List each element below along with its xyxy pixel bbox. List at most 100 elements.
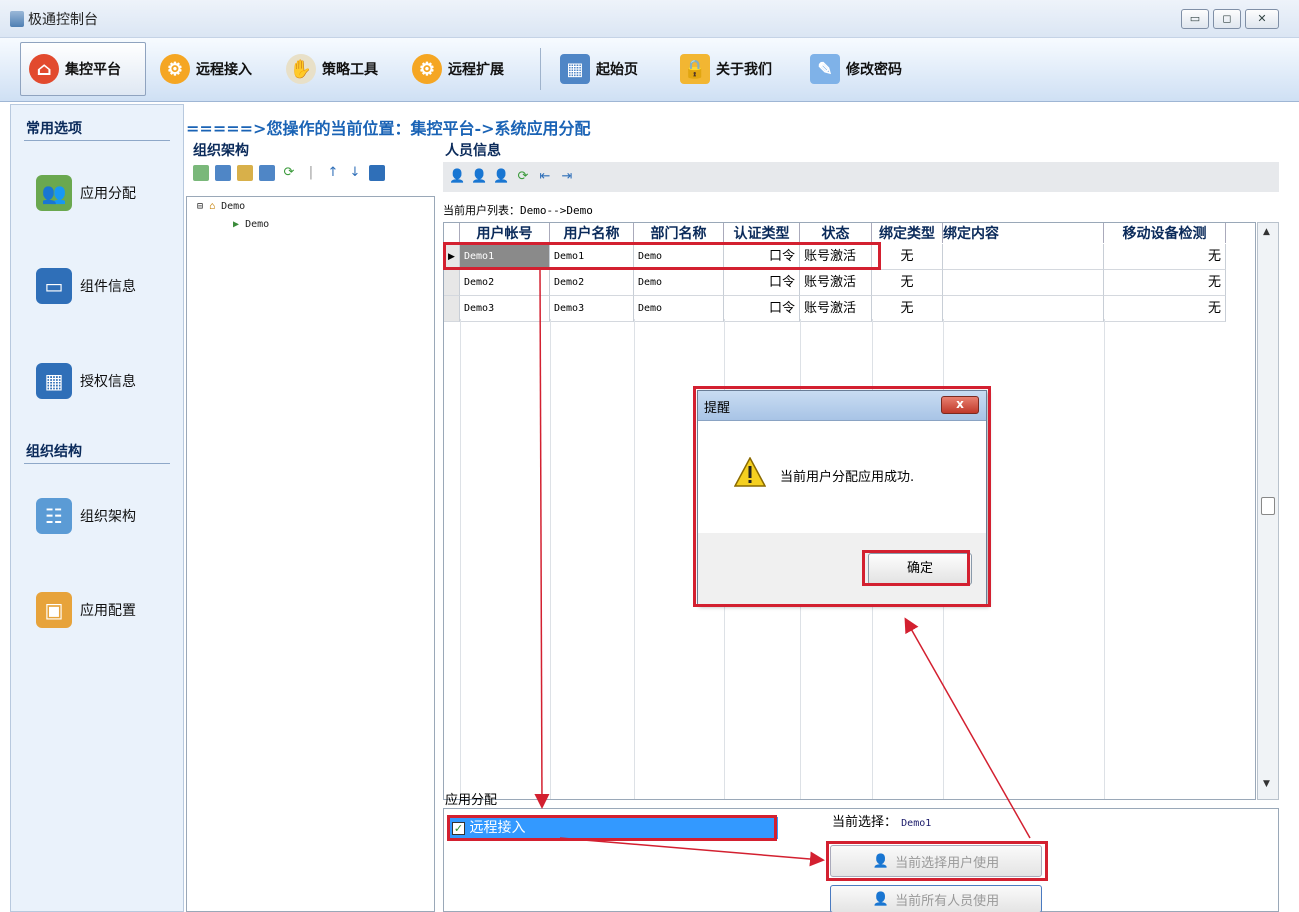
- table-cell[interactable]: 口令: [724, 296, 800, 322]
- move-icon[interactable]: [215, 165, 231, 181]
- table-cell[interactable]: [943, 270, 1104, 296]
- save-icon[interactable]: [369, 165, 385, 181]
- scroll-thumb[interactable]: [1261, 497, 1275, 515]
- toolbar-start-page-button[interactable]: ▦ 起始页: [552, 42, 666, 96]
- collapse-icon[interactable]: ⊟: [197, 201, 203, 212]
- remove-user-icon[interactable]: 👤: [493, 169, 509, 185]
- org-toolbar: ⟳ | ↑ ↓: [193, 165, 385, 181]
- down-arrow-icon[interactable]: ↓: [347, 165, 363, 181]
- toolbar-remote-extend-button[interactable]: ⚙ 远程扩展: [404, 42, 528, 96]
- toolbar-policy-tools-button[interactable]: ✋ 策略工具: [278, 42, 402, 96]
- sidebar-item-app-config[interactable]: ▣ 应用配置: [36, 592, 136, 628]
- toolbar-about-button[interactable]: 🔒 关于我们: [672, 42, 800, 96]
- sidebar-item-license-info[interactable]: ▦ 授权信息: [36, 363, 136, 399]
- edit-icon: ✎: [810, 54, 840, 84]
- scroll-up-icon[interactable]: ▲: [1263, 227, 1270, 237]
- highlight-app-box: [447, 815, 777, 841]
- export-icon[interactable]: ⇥: [559, 169, 575, 185]
- table-cell[interactable]: 无: [1104, 270, 1226, 296]
- toolbar-jikong-button[interactable]: ⌂ 集控平台: [20, 42, 146, 96]
- package-icon: ▣: [36, 592, 72, 628]
- grid-line: [460, 319, 461, 799]
- sidebar-item-org-structure[interactable]: ☷ 组织架构: [36, 498, 136, 534]
- org-panel-title: 组织架构: [193, 143, 249, 159]
- current-selection-label: 当前选择：: [832, 815, 898, 830]
- toolbar-remote-access-button[interactable]: ⚙ 远程接入: [152, 42, 276, 96]
- users-icon: 👥: [36, 175, 72, 211]
- gear-icon: ⚙: [160, 54, 190, 84]
- import-icon[interactable]: ⇤: [537, 169, 553, 185]
- maximize-button[interactable]: ◻: [1213, 9, 1241, 29]
- row-header[interactable]: [444, 270, 460, 296]
- table-cell[interactable]: 无: [872, 296, 943, 322]
- sidebar-item-label: 应用分配: [80, 186, 136, 202]
- user-icon: 👤: [872, 891, 890, 907]
- divider: [24, 140, 170, 141]
- grid-scrollbar[interactable]: ▲ ▼: [1257, 222, 1279, 800]
- table-cell[interactable]: 账号激活: [800, 270, 872, 296]
- row-header[interactable]: [444, 296, 460, 322]
- table-cell[interactable]: Demo2: [460, 270, 550, 296]
- user-list-path: 当前用户列表：Demo-->Demo: [443, 204, 593, 217]
- table-cell[interactable]: 无: [1104, 244, 1226, 270]
- up-arrow-icon[interactable]: ↑: [325, 165, 341, 181]
- table-cell[interactable]: 无: [872, 244, 943, 270]
- toolbar-label: 关于我们: [716, 62, 772, 78]
- table-cell[interactable]: Demo: [634, 270, 724, 296]
- column-header[interactable]: 状态: [800, 223, 872, 243]
- table-cell[interactable]: Demo: [634, 296, 724, 322]
- table-cell[interactable]: 无: [1104, 296, 1226, 322]
- house-icon: ⌂: [29, 54, 59, 84]
- column-header[interactable]: 部门名称: [634, 223, 724, 243]
- people-toolbar: 👤 👤 👤 ⟳ ⇤ ⇥: [443, 162, 1279, 192]
- toolbar-label: 远程扩展: [448, 62, 504, 78]
- table-cell[interactable]: 口令: [724, 270, 800, 296]
- table-cell[interactable]: Demo3: [460, 296, 550, 322]
- close-button[interactable]: ✕: [1245, 9, 1279, 29]
- grid-line: [634, 319, 635, 799]
- column-header[interactable]: 用户帐号: [460, 223, 550, 243]
- tree-node-child[interactable]: ▶ Demo: [233, 219, 269, 230]
- column-header[interactable]: 绑定内容: [943, 223, 1104, 243]
- table-cell[interactable]: [943, 296, 1104, 322]
- grid-line: [550, 319, 551, 799]
- scroll-down-icon[interactable]: ▼: [1263, 779, 1270, 789]
- folder-icon: ▭: [36, 268, 72, 304]
- table-cell[interactable]: [943, 244, 1104, 270]
- delete-icon[interactable]: [259, 165, 275, 181]
- sidebar-item-label: 组织架构: [80, 509, 136, 525]
- refresh-icon[interactable]: ⟳: [515, 169, 531, 185]
- sidebar-section-common: 常用选项: [26, 121, 82, 137]
- table-cell[interactable]: 账号激活: [800, 296, 872, 322]
- window-title: 极通控制台: [28, 12, 98, 28]
- toolbar-change-password-button[interactable]: ✎ 修改密码: [802, 42, 932, 96]
- table-cell[interactable]: 无: [872, 270, 943, 296]
- tool-icon: ✋: [286, 54, 316, 84]
- column-header[interactable]: 绑定类型: [872, 223, 943, 243]
- org-chart-icon: ☷: [36, 498, 72, 534]
- edit-user-icon[interactable]: 👤: [471, 169, 487, 185]
- breadcrumb: =====>您操作的当前位置：集控平台->系统应用分配: [186, 119, 591, 138]
- assign-all-users-button[interactable]: 👤 当前所有人员使用: [830, 885, 1042, 912]
- title-bar: 极通控制台 ▭ ◻ ✕: [0, 0, 1299, 38]
- sidebar-item-label: 组件信息: [80, 279, 136, 295]
- toolbar-label: 策略工具: [322, 62, 378, 78]
- column-header[interactable]: 认证类型: [724, 223, 800, 243]
- table-cell[interactable]: Demo3: [550, 296, 634, 322]
- tree-node-root[interactable]: ⊟ ⌂ Demo: [197, 201, 245, 212]
- main-toolbar: ⌂ 集控平台 ⚙ 远程接入 ✋ 策略工具 ⚙ 远程扩展 ▦ 起始页 🔒 关于我们…: [0, 38, 1299, 102]
- app-assign-title: 应用分配: [445, 793, 498, 808]
- refresh-icon[interactable]: ⟳: [281, 165, 297, 181]
- column-header[interactable]: 用户名称: [550, 223, 634, 243]
- sidebar-item-component-info[interactable]: ▭ 组件信息: [36, 268, 136, 304]
- sidebar-item-app-assign[interactable]: 👥 应用分配: [36, 175, 136, 211]
- minimize-button[interactable]: ▭: [1181, 9, 1209, 29]
- edit-icon[interactable]: [237, 165, 253, 181]
- highlight-ok-box: [862, 550, 970, 586]
- button-label: 当前所有人员使用: [895, 893, 1000, 909]
- column-header[interactable]: 移动设备检测: [1104, 223, 1226, 243]
- org-tree: ⊟ ⌂ Demo ▶ Demo: [186, 196, 435, 912]
- add-icon[interactable]: [193, 165, 209, 181]
- table-cell[interactable]: Demo2: [550, 270, 634, 296]
- add-user-icon[interactable]: 👤: [449, 169, 465, 185]
